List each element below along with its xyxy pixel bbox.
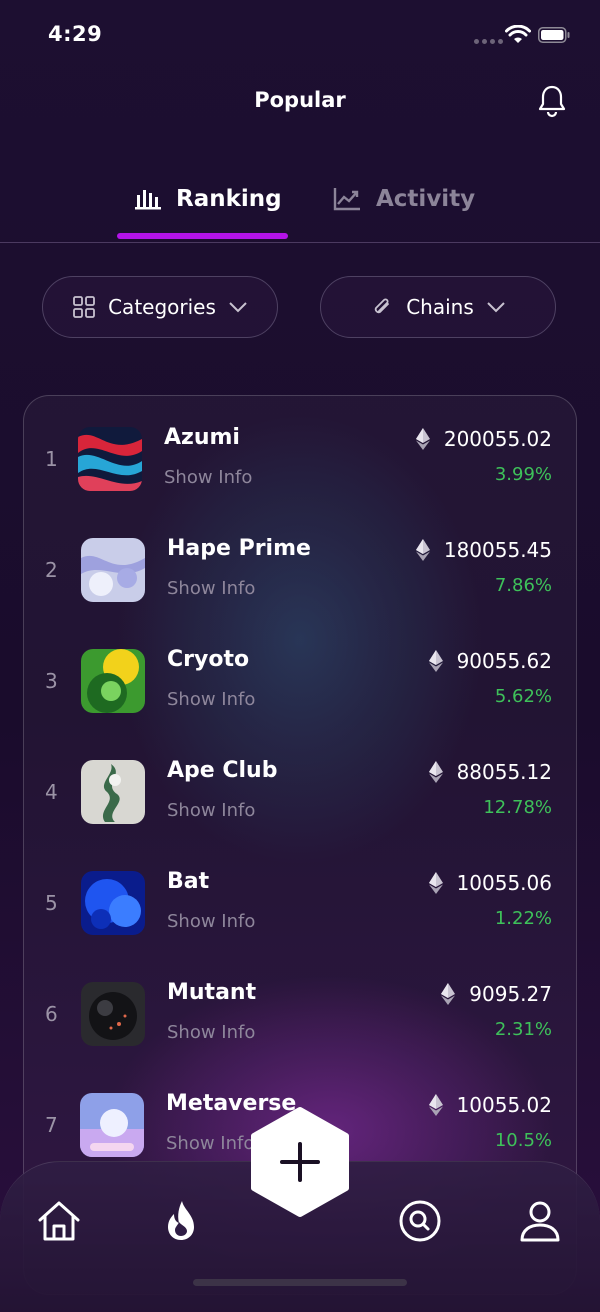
ethereum-icon — [428, 872, 443, 894]
change-percent: 12.78% — [483, 797, 552, 818]
flame-icon[interactable] — [158, 1198, 204, 1244]
wifi-icon — [505, 25, 531, 43]
home-indicator — [193, 1279, 407, 1286]
price-value: 200055.02 — [443, 427, 552, 451]
paperclip-icon — [375, 298, 390, 314]
price-value: 10055.02 — [456, 1093, 552, 1117]
collection-thumbnail — [81, 649, 145, 713]
show-info-link[interactable]: Show Info — [167, 689, 255, 710]
price-value: 88055.12 — [456, 760, 552, 784]
ranking-row[interactable]: 3 Cryoto Show Info 90055.62 5.62% — [0, 617, 600, 728]
ranking-row[interactable]: 1 Azumi Show Info 200055.02 3.99% — [0, 395, 600, 506]
price-value: 10055.06 — [456, 871, 552, 895]
price: 10055.02 — [428, 1093, 552, 1117]
show-info-link[interactable]: Show Info — [167, 911, 255, 932]
tab-ranking[interactable]: Ranking — [134, 186, 282, 212]
change-percent: 3.99% — [494, 464, 552, 485]
collection-thumbnail — [80, 1093, 144, 1157]
change-percent: 10.5% — [494, 1130, 552, 1151]
price: 180055.45 — [415, 538, 552, 562]
tab-activity-label: Activity — [376, 186, 476, 212]
ranking-row[interactable]: 5 Bat Show Info 10055.06 1.22% — [0, 839, 600, 950]
active-tab-indicator — [117, 233, 288, 239]
collection-name: Cryoto — [167, 647, 250, 672]
ethereum-icon — [415, 539, 430, 561]
grid-icon — [73, 296, 95, 318]
change-percent: 2.31% — [494, 1019, 552, 1040]
collection-name: Bat — [167, 869, 210, 894]
rank-number: 6 — [45, 1002, 58, 1026]
collection-name: Azumi — [164, 425, 240, 450]
change-percent: 5.62% — [494, 686, 552, 707]
show-info-link[interactable]: Show Info — [167, 578, 255, 599]
bell-icon[interactable] — [535, 84, 569, 118]
price-value: 9095.27 — [469, 982, 552, 1006]
collection-thumbnail — [81, 538, 145, 602]
price: 90055.62 — [428, 649, 552, 673]
status-bar: 4:29 — [0, 0, 600, 70]
home-icon[interactable] — [36, 1198, 82, 1244]
price: 88055.12 — [428, 760, 552, 784]
battery-icon — [538, 27, 570, 43]
rank-number: 7 — [45, 1113, 58, 1137]
collection-name: Hape Prime — [167, 536, 311, 561]
chevron-down-icon — [229, 302, 247, 313]
rank-number: 5 — [45, 891, 58, 915]
search-icon[interactable] — [397, 1198, 443, 1244]
ethereum-icon — [428, 1094, 443, 1116]
collection-thumbnail — [81, 760, 145, 824]
collection-thumbnail — [81, 982, 145, 1046]
show-info-link[interactable]: Show Info — [167, 800, 255, 821]
chains-label: Chains — [406, 295, 474, 319]
show-info-link[interactable]: Show Info — [166, 1133, 254, 1154]
chains-dropdown[interactable]: Chains — [320, 276, 556, 338]
ranking-row[interactable]: 4 Ape Club Show Info 88055.12 12.78% — [0, 728, 600, 839]
price: 200055.02 — [415, 427, 552, 451]
ethereum-icon — [428, 650, 443, 672]
change-percent: 1.22% — [494, 908, 552, 929]
rank-number: 4 — [45, 780, 58, 804]
collection-name: Ape Club — [167, 758, 278, 783]
collection-name: Mutant — [167, 980, 257, 1005]
categories-label: Categories — [108, 295, 216, 319]
ethereum-icon — [441, 983, 456, 1005]
user-icon[interactable] — [517, 1198, 563, 1244]
show-info-link[interactable]: Show Info — [167, 1022, 255, 1043]
rank-number: 1 — [45, 447, 58, 471]
status-time: 4:29 — [48, 22, 103, 46]
collection-thumbnail — [78, 427, 142, 491]
price-value: 180055.45 — [443, 538, 552, 562]
rank-number: 2 — [45, 558, 58, 582]
price: 9095.27 — [441, 982, 552, 1006]
chevron-down-icon — [487, 302, 505, 313]
rank-number: 3 — [45, 669, 58, 693]
ranking-row[interactable]: 6 Mutant Show Info 9095.27 2.31% — [0, 950, 600, 1061]
page-title: Popular — [254, 88, 346, 112]
ethereum-icon — [428, 761, 443, 783]
create-button[interactable] — [246, 1106, 354, 1218]
bar-chart-icon — [135, 190, 161, 210]
price-value: 90055.62 — [456, 649, 552, 673]
ranking-row[interactable]: 2 Hape Prime Show Info 180055.45 7.86% — [0, 506, 600, 617]
tab-bar: Ranking Activity — [0, 180, 600, 243]
tab-activity[interactable]: Activity — [332, 186, 475, 212]
line-chart-icon — [333, 188, 360, 211]
signal-icon — [474, 39, 503, 44]
collection-thumbnail — [81, 871, 145, 935]
ethereum-icon — [415, 428, 430, 450]
categories-dropdown[interactable]: Categories — [42, 276, 278, 338]
change-percent: 7.86% — [494, 575, 552, 596]
show-info-link[interactable]: Show Info — [164, 467, 252, 488]
price: 10055.06 — [428, 871, 552, 895]
tab-ranking-label: Ranking — [176, 186, 282, 212]
